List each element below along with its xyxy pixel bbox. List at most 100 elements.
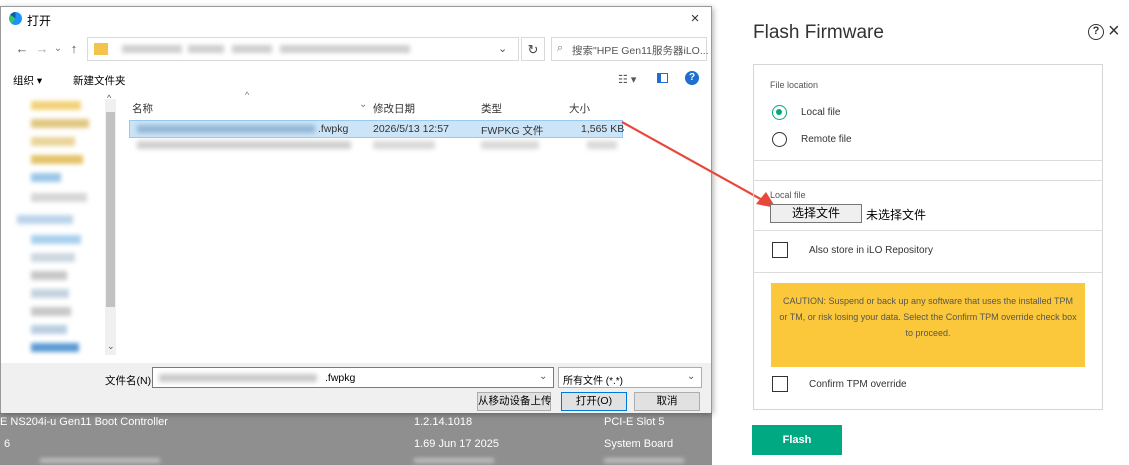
blurred-path [188, 45, 224, 53]
back-arrow-icon[interactable]: ← [15, 41, 29, 57]
confirm-tpm-checkbox[interactable] [772, 376, 788, 392]
scroll-up-icon[interactable]: ^ [107, 93, 111, 103]
close-icon[interactable]: × [685, 9, 705, 29]
up-arrow-icon[interactable]: ↑ [67, 41, 81, 57]
filename-suffix: .fwpkg [325, 372, 356, 384]
navigation-bar: ← → ⌄ ↑ ⌄ ↻ ⌕ 搜索"HPE Gen11服务器iLO... [1, 33, 711, 67]
nav-item[interactable] [31, 193, 87, 202]
divider [753, 180, 1103, 181]
nav-item[interactable] [31, 173, 61, 182]
search-icon: ⌕ [557, 42, 564, 54]
folder-icon [94, 43, 108, 55]
blurred-filename [137, 125, 315, 133]
search-input[interactable]: ⌕ 搜索"HPE Gen11服务器iLO... [551, 37, 709, 61]
blurred-text [373, 141, 435, 149]
file-modified-date: 2026/5/13 12:57 [373, 123, 449, 135]
blurred-text [587, 141, 617, 149]
blurred-file-row[interactable] [137, 141, 351, 149]
nav-item[interactable] [31, 307, 71, 316]
firmware-name: E NS204i-u Gen11 Boot Controller [0, 416, 168, 428]
blurred-path [280, 45, 410, 53]
flash-button[interactable]: Flash [752, 425, 842, 455]
column-header-name[interactable]: 名称 [132, 101, 153, 116]
panel-title: Flash Firmware [753, 22, 884, 43]
navigation-scrollbar-thumb[interactable] [106, 112, 115, 307]
nav-item[interactable] [31, 253, 75, 262]
firmware-location: PCI-E Slot 5 [604, 416, 665, 428]
upload-from-mobile-button[interactable]: 从移动设备上传 [477, 392, 552, 411]
blurred-text [40, 458, 160, 463]
file-size: 1,565 KB [581, 123, 625, 135]
nav-item[interactable] [31, 101, 81, 110]
filename-label: 文件名(N): [105, 375, 154, 387]
column-header-date[interactable]: 修改日期 [373, 101, 415, 116]
blurred-text [414, 458, 494, 463]
help-icon[interactable]: ? [685, 71, 699, 85]
table-row: 6 1.69 Jun 17 2025 System Board [0, 434, 712, 454]
organize-menu[interactable]: 组织 ▾ [13, 73, 42, 88]
local-file-label: Local file [770, 190, 806, 200]
store-in-repository-label[interactable]: Also store in iLO Repository [809, 245, 933, 256]
blurred-path [122, 45, 182, 53]
close-icon[interactable]: × [1108, 20, 1120, 42]
nav-item[interactable] [17, 215, 73, 224]
choose-file-button[interactable]: 选择文件 [770, 204, 862, 223]
blurred-filename [159, 374, 317, 382]
column-header-type[interactable]: 类型 [481, 101, 502, 116]
firmware-version: 1.69 Jun 17 2025 [414, 438, 500, 450]
divider [753, 160, 1103, 161]
file-open-dialog: 打开 × ← → ⌄ ↑ ⌄ ↻ ⌕ 搜索"HPE Gen11服务器iLO...… [0, 6, 712, 413]
nav-item[interactable] [31, 235, 81, 244]
file-type-select[interactable]: 所有文件 (*.*) ⌄ [558, 367, 702, 388]
scroll-down-icon[interactable]: ⌄ [107, 341, 115, 352]
recent-locations-chevron-icon[interactable]: ⌄ [51, 41, 65, 57]
local-file-option-label[interactable]: Local file [801, 107, 840, 118]
remote-file-option-label[interactable]: Remote file [801, 134, 852, 145]
navigation-pane [11, 93, 115, 355]
dialog-title: 打开 [27, 14, 52, 28]
store-in-repository-checkbox[interactable] [772, 242, 788, 258]
divider [753, 272, 1103, 273]
column-divider-chevron-icon[interactable]: ⌄ [359, 99, 367, 110]
dialog-toolbar: 组织 ▾ 新建文件夹 ☷ ▾ ? [1, 69, 711, 91]
dialog-titlebar: 打开 × [1, 7, 711, 31]
file-type-chevron-icon[interactable]: ⌄ [687, 371, 695, 382]
nav-item[interactable] [31, 119, 89, 128]
view-options-icon[interactable]: ☷ ▾ [618, 73, 636, 86]
open-button[interactable]: 打开(O) [561, 392, 627, 411]
preview-pane-icon[interactable] [657, 73, 668, 83]
nav-item[interactable] [31, 271, 67, 280]
nav-item[interactable] [31, 325, 67, 334]
nav-item[interactable] [31, 289, 69, 298]
refresh-icon[interactable]: ↻ [521, 37, 545, 61]
firmware-name: 6 [4, 438, 11, 450]
nav-item[interactable] [31, 343, 79, 352]
nav-item[interactable] [31, 155, 83, 164]
filename-dropdown-chevron-icon[interactable]: ⌄ [539, 371, 547, 382]
blurred-text [604, 458, 684, 463]
table-row: E NS204i-u Gen11 Boot Controller 1.2.14.… [0, 412, 712, 432]
blurred-path [232, 45, 272, 53]
tpm-caution-banner: CAUTION: Suspend or back up any software… [771, 283, 1085, 367]
firmware-version: 1.2.14.1018 [414, 416, 473, 428]
sort-ascending-icon: ^ [245, 90, 250, 100]
column-header-size[interactable]: 大小 [569, 101, 590, 116]
no-file-selected-text: 未选择文件 [866, 208, 927, 222]
new-folder-button[interactable]: 新建文件夹 [73, 73, 126, 88]
address-bar[interactable]: ⌄ [87, 37, 519, 61]
help-icon[interactable]: ? [1088, 24, 1104, 40]
remote-file-radio[interactable] [772, 132, 787, 147]
background-firmware-table: E NS204i-u Gen11 Boot Controller 1.2.14.… [0, 408, 712, 465]
edge-browser-icon [9, 12, 22, 25]
firmware-location: System Board [604, 438, 674, 450]
confirm-tpm-label[interactable]: Confirm TPM override [809, 379, 907, 390]
address-dropdown-chevron-icon[interactable]: ⌄ [498, 42, 507, 55]
cancel-button[interactable]: 取消 [634, 392, 700, 411]
file-type: FWPKG 文件 [481, 125, 544, 137]
nav-item[interactable] [31, 137, 75, 146]
file-type-value: 所有文件 (*.*) [563, 376, 623, 387]
local-file-radio[interactable] [772, 105, 787, 120]
forward-arrow-icon[interactable]: → [35, 41, 49, 57]
filename-input[interactable]: .fwpkg ⌄ [152, 367, 554, 388]
search-placeholder: 搜索"HPE Gen11服务器iLO... [572, 45, 709, 57]
